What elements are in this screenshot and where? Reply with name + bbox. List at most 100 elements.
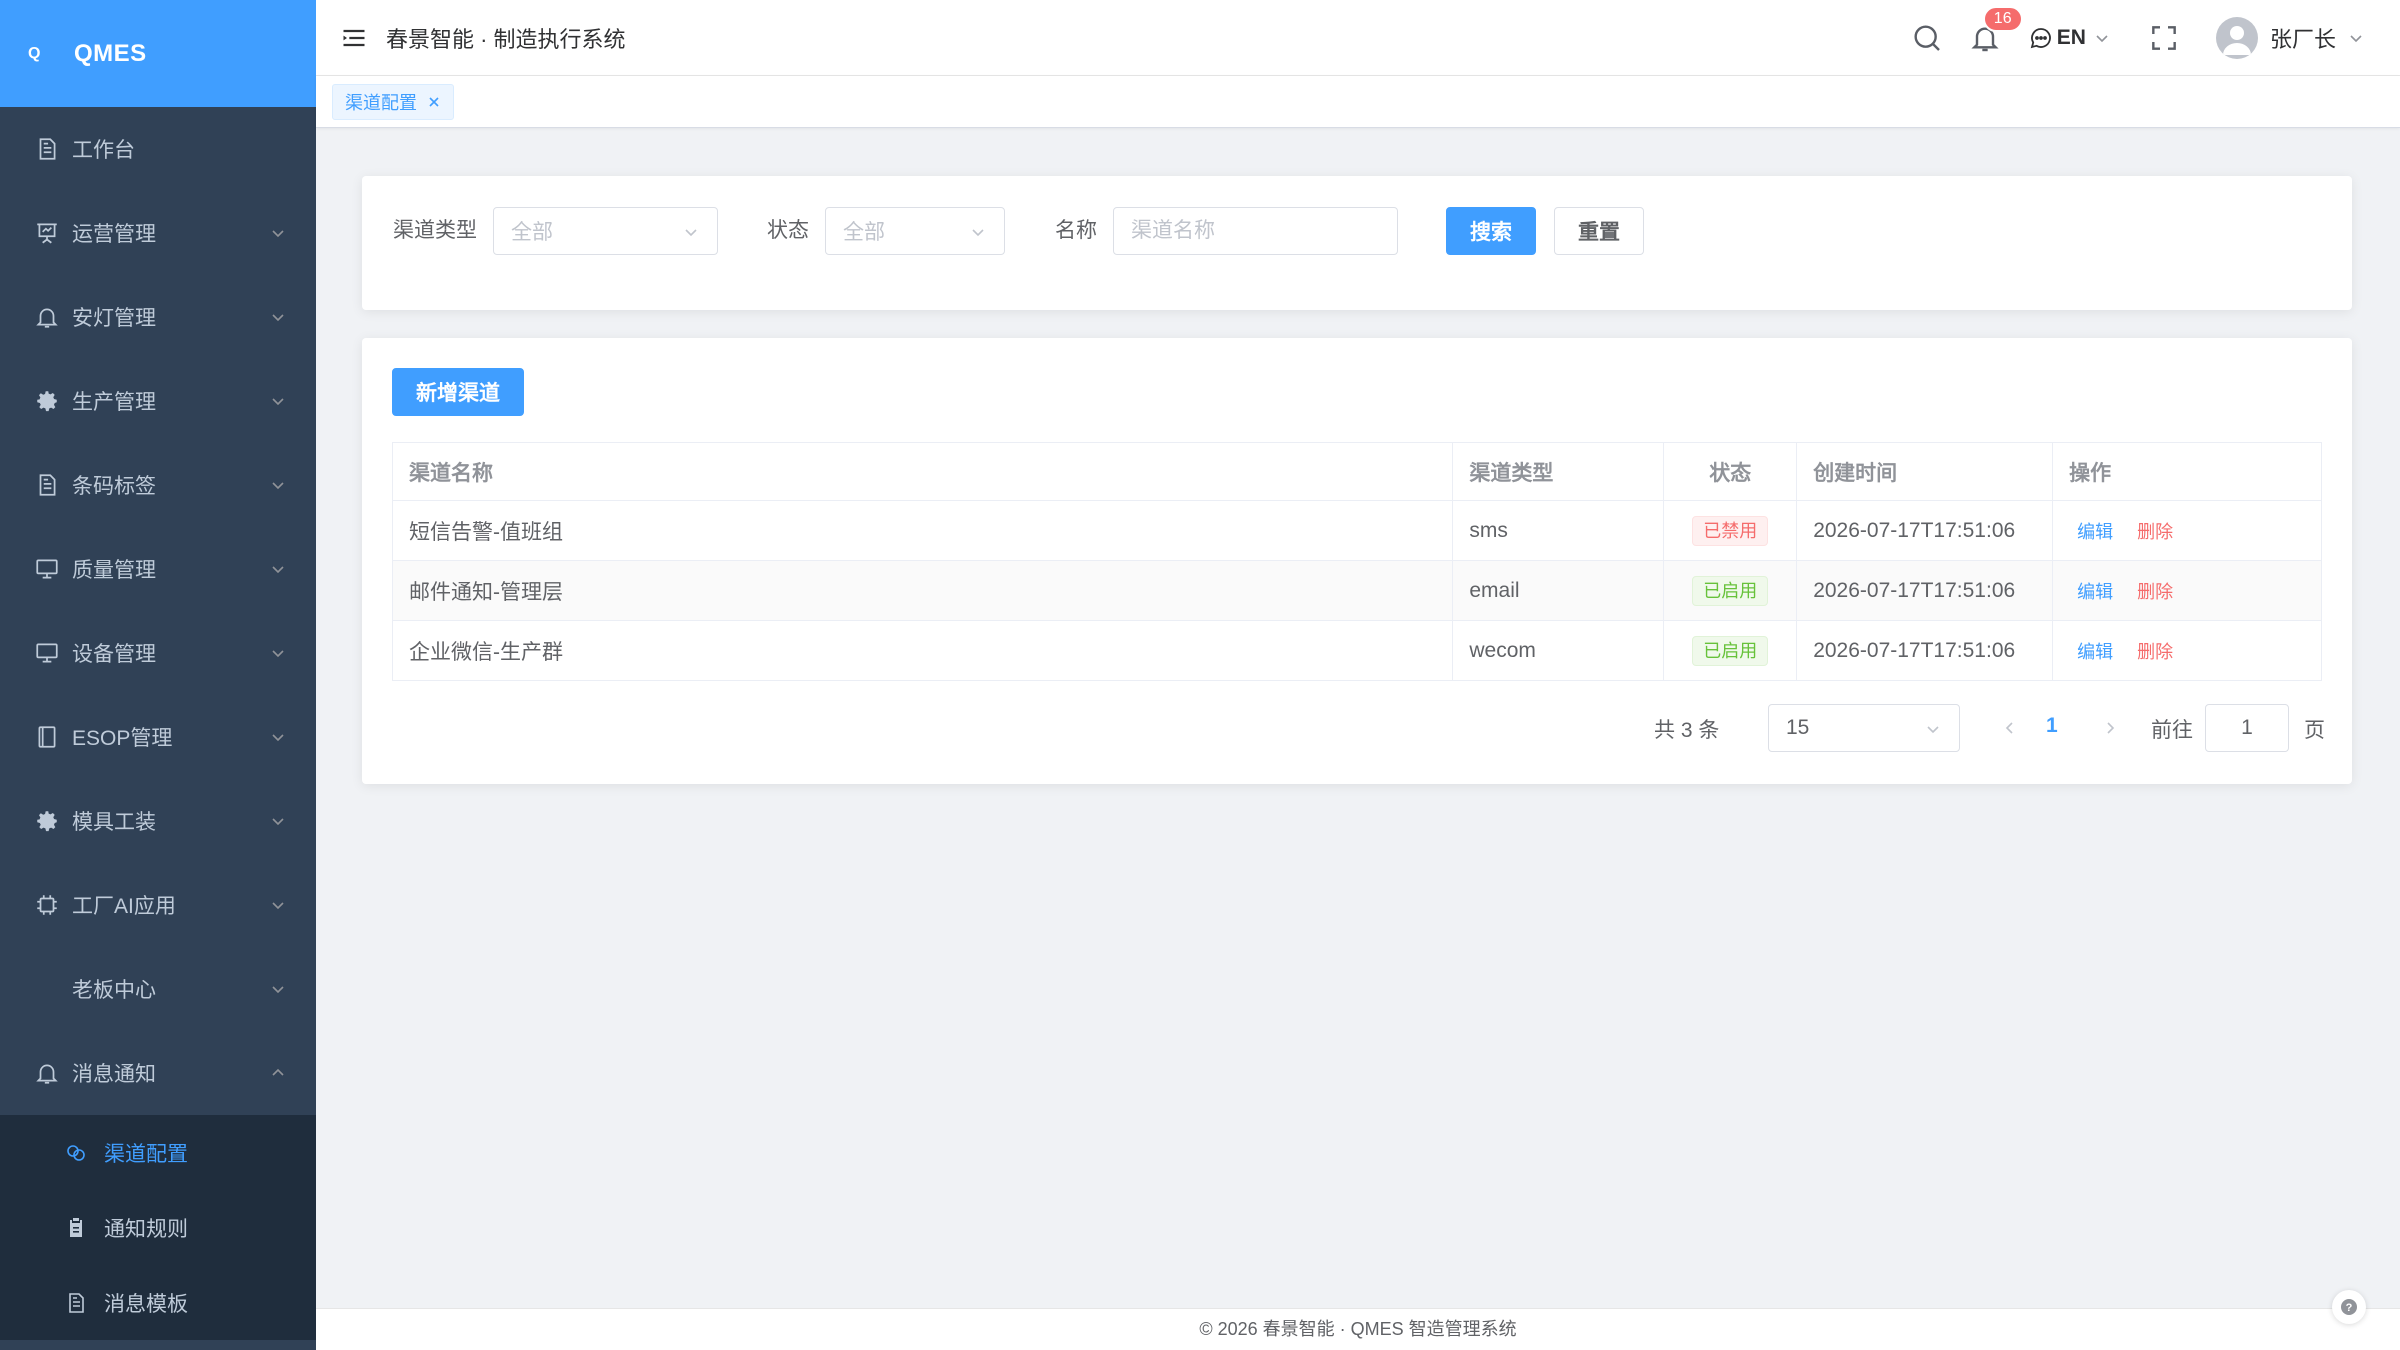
- chevron-down-icon: [2096, 35, 2108, 43]
- gear-icon: [37, 811, 57, 832]
- cell-status: 已启用: [1663, 560, 1798, 621]
- cell-channel-name: 企业微信-生产群: [391, 620, 1454, 681]
- add-channel-button[interactable]: 新增渠道: [392, 368, 524, 416]
- document-icon: [69, 1292, 84, 1313]
- sidebar-item-equipment[interactable]: 设备管理: [0, 611, 316, 695]
- name-label: 名称: [1055, 219, 1097, 242]
- cell-actions: 编辑 删除: [2052, 620, 2322, 681]
- sidebar-item-production[interactable]: 生产管理: [0, 359, 316, 443]
- user-menu[interactable]: 张厂长: [2215, 17, 2364, 59]
- top-header: 春景智能 · 制造执行系统 16 EN 张厂长: [316, 0, 2400, 76]
- sidebar-item-label: 设备管理: [72, 643, 156, 666]
- sidebar-item-andon[interactable]: 安灯管理: [0, 275, 316, 359]
- logo-text: QMES: [74, 39, 147, 67]
- sidebar-item-quality[interactable]: 质量管理: [0, 527, 316, 611]
- notification-count-badge: 16: [1982, 6, 2023, 32]
- sidebar-item-operations[interactable]: 运营管理: [0, 191, 316, 275]
- table-header-row: 渠道名称 渠道类型 状态 创建时间 操作: [391, 442, 2322, 501]
- page-size-select[interactable]: 15: [1768, 704, 1960, 752]
- chevron-left-icon[interactable]: [2002, 720, 2018, 736]
- pagination-total: 共 3 条: [1654, 719, 1720, 742]
- channel-type-label: 渠道类型: [393, 219, 477, 242]
- sidebar-item-mold-tooling[interactable]: 模具工装: [0, 779, 316, 863]
- sidebar-item-factory-ai[interactable]: 工厂AI应用: [0, 863, 316, 947]
- status-badge: 已禁用: [1692, 515, 1769, 546]
- delete-link[interactable]: 删除: [2137, 642, 2173, 662]
- sidebar-item-workbench[interactable]: 工作台: [0, 107, 316, 191]
- edit-link[interactable]: 编辑: [2077, 642, 2113, 662]
- logo-mark: Q: [28, 44, 41, 62]
- help-icon: ?: [2341, 1299, 2357, 1315]
- sidebar-item-label: ESOP管理: [72, 727, 173, 750]
- chevron-down-icon: [1927, 726, 1939, 734]
- status-select[interactable]: 全部: [825, 207, 1005, 255]
- search-icon[interactable]: [1911, 22, 1943, 54]
- edit-link[interactable]: 编辑: [2077, 582, 2113, 602]
- sidebar-item-label: 条码标签: [72, 475, 156, 498]
- sidebar-subitem-message-templates[interactable]: 消息模板: [0, 1265, 316, 1340]
- sidebar-item-boss-center[interactable]: 老板中心: [0, 947, 316, 1031]
- delete-link[interactable]: 删除: [2137, 522, 2173, 542]
- sidebar-item-label: 老板中心: [72, 979, 156, 1002]
- hamburger-icon[interactable]: [340, 24, 368, 52]
- page-number-current[interactable]: 1: [2046, 714, 2058, 738]
- bell-icon: [36, 1064, 58, 1084]
- user-name: 张厂长: [2269, 27, 2336, 52]
- table-row: 企业微信-生产群 wecom 已启用 2026-07-17T17:51:06 编…: [391, 620, 2322, 681]
- status-value: 全部: [843, 221, 885, 244]
- notebook-icon: [38, 726, 56, 748]
- delete-link[interactable]: 删除: [2137, 582, 2173, 602]
- status-label: 状态: [767, 219, 809, 242]
- channel-table: 渠道名称 渠道类型 状态 创建时间 操作 短信告警-值班组 sms 已禁用 20…: [391, 442, 2322, 681]
- sidebar: Q QMES 工作台 运营管理 安灯管理 生产管理 条码标签 质量管理 设备管理…: [0, 0, 316, 1350]
- main-content: 渠道类型 全部 状态 全部 名称 搜索 重置 新增渠道: [316, 128, 2400, 1308]
- sidebar-subitem-channel-config[interactable]: 渠道配置: [0, 1115, 316, 1190]
- monitor-icon: [36, 559, 58, 579]
- svg-text:?: ?: [2346, 1302, 2353, 1314]
- gear-icon: [37, 391, 57, 412]
- tab-label: 渠道配置: [345, 93, 417, 113]
- system-title: 春景智能 · 制造执行系统: [386, 26, 626, 52]
- page-size-value: 15: [1786, 716, 1810, 739]
- notification-button[interactable]: 16: [1969, 6, 2023, 54]
- tags-view-bar: 渠道配置: [316, 76, 2400, 128]
- sidebar-item-barcode[interactable]: 条码标签: [0, 443, 316, 527]
- cell-channel-type: email: [1452, 560, 1665, 621]
- cell-status: 已禁用: [1663, 500, 1798, 561]
- sidebar-item-esop[interactable]: ESOP管理: [0, 695, 316, 779]
- user-icon: [2222, 26, 2251, 55]
- app-logo[interactable]: Q QMES: [0, 0, 316, 107]
- cell-channel-name: 短信告警-值班组: [391, 500, 1454, 561]
- chevron-right-icon[interactable]: [2102, 720, 2118, 736]
- tab-channel-config[interactable]: 渠道配置: [332, 84, 454, 120]
- chevron-down-icon: [272, 314, 284, 322]
- sidebar-menu: 工作台 运营管理 安灯管理 生产管理 条码标签 质量管理 设备管理 ESOP管理…: [0, 107, 316, 1115]
- channel-name-input[interactable]: [1113, 207, 1398, 255]
- goto-page-input[interactable]: [2205, 704, 2289, 752]
- search-button[interactable]: 搜索: [1446, 207, 1536, 255]
- sidebar-item-label: 工厂AI应用: [72, 895, 176, 918]
- cell-channel-type: sms: [1452, 500, 1665, 561]
- fullscreen-icon[interactable]: [2148, 22, 2180, 54]
- reset-button[interactable]: 重置: [1554, 207, 1644, 255]
- sidebar-subitem-notify-rules[interactable]: 通知规则: [0, 1190, 316, 1265]
- chevron-down-icon: [972, 229, 984, 237]
- help-button[interactable]: ?: [2332, 1290, 2366, 1324]
- sidebar-item-notifications[interactable]: 消息通知: [0, 1031, 316, 1115]
- document-icon: [39, 474, 56, 496]
- search-form-card: 渠道类型 全部 状态 全部 名称 搜索 重置: [362, 176, 2352, 310]
- cell-created-time: 2026-07-17T17:51:06: [1796, 560, 2054, 621]
- chevron-down-icon: [272, 482, 284, 490]
- sidebar-item-label: 工作台: [72, 139, 135, 162]
- chevron-down-icon: [272, 986, 284, 994]
- channel-type-value: 全部: [511, 221, 553, 244]
- edit-link[interactable]: 编辑: [2077, 522, 2113, 542]
- footer: © 2026 春景智能 · QMES 智造管理系统: [316, 1308, 2400, 1350]
- cell-created-time: 2026-07-17T17:51:06: [1796, 620, 2054, 681]
- close-icon[interactable]: [427, 95, 441, 109]
- footer-copyright: © 2026 春景智能 · QMES 智造管理系统: [1199, 1319, 1517, 1339]
- language-label: EN: [2056, 26, 2086, 49]
- pagination: 共 3 条 15 1 前往 页: [362, 704, 2352, 752]
- language-switcher[interactable]: EN: [2029, 26, 2110, 50]
- channel-type-select[interactable]: 全部: [493, 207, 718, 255]
